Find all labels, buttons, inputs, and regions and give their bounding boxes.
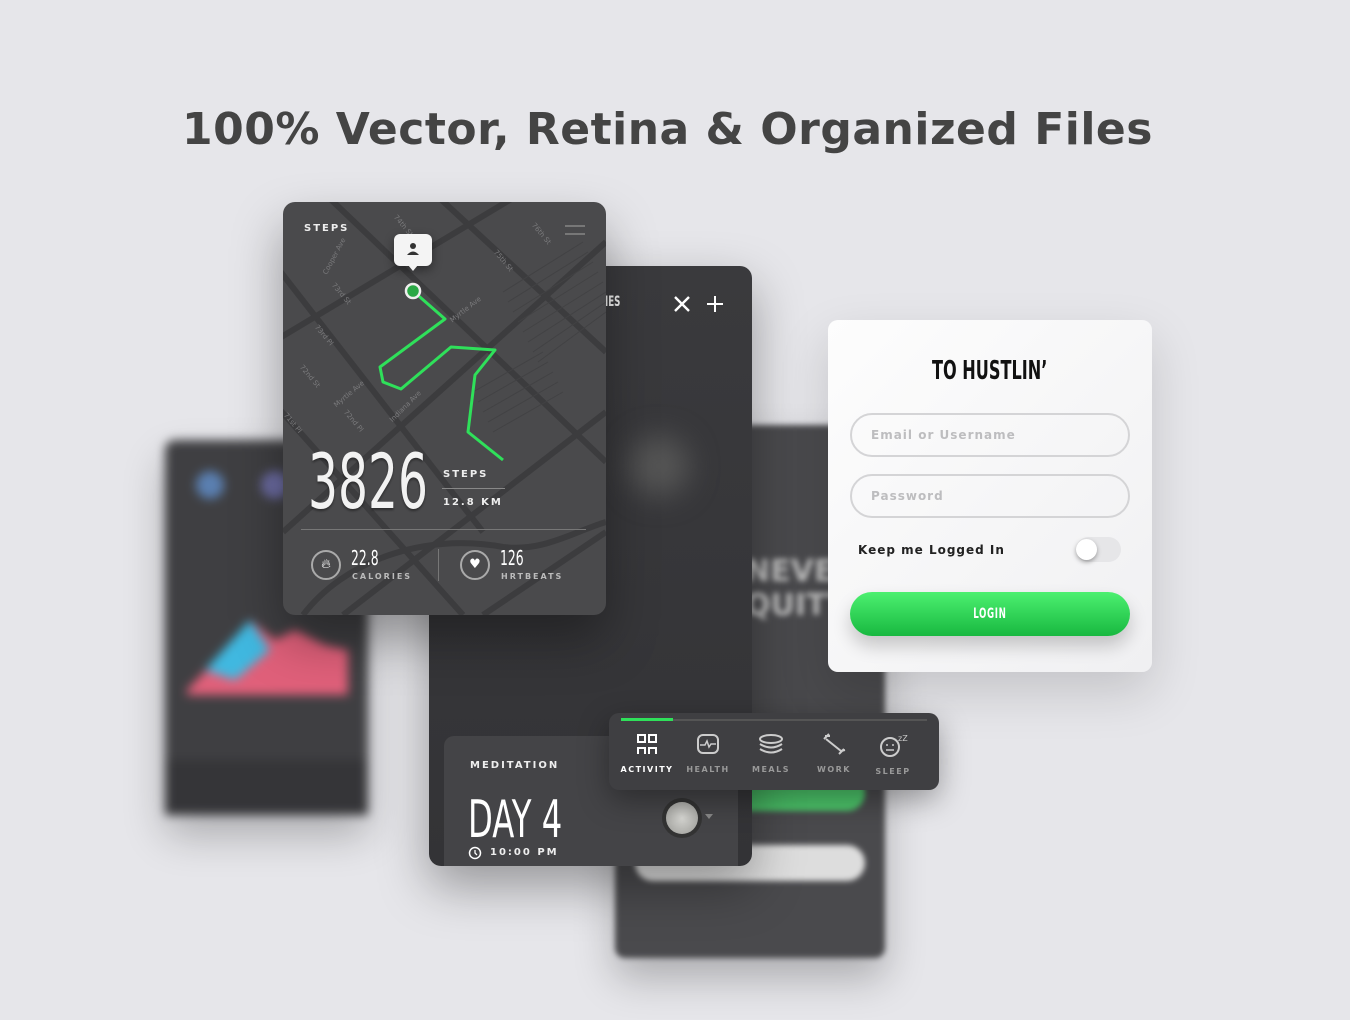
sleep-icon: zZ [880,734,908,757]
login-title: TO HUSTLIN’ [932,356,1048,386]
steps-card: 74th St 75th St 76th St Myrtle Ave Coope… [283,202,606,615]
nav-health[interactable]: HEALTH [678,733,738,774]
meditation-label: MEDITATION [470,760,560,771]
meals-icon [759,734,783,754]
nav-work[interactable]: WORK [804,733,864,774]
flame-icon: 🔥︎ [311,550,341,580]
steps-value: 3826 [308,437,428,526]
meditation-time: 10:00 PM [490,847,559,858]
heartbeats-value: 126 [500,546,524,570]
start-point [404,282,422,300]
meditation-day: DAY 4 [468,790,563,850]
calories-value: 22.8 [351,546,379,570]
route-line [378,289,504,462]
keep-logged-toggle[interactable] [1076,537,1121,562]
nav-meals[interactable]: MEALS [741,733,801,774]
middle-card-title: IES [605,294,621,310]
options-button[interactable] [666,802,698,834]
activity-icon [637,734,657,754]
headline: 100% Vector, Retina & Organized Files [182,104,1153,155]
email-field[interactable] [850,413,1130,457]
distance: 12.8 KM [443,497,503,508]
steps-unit: STEPS [443,469,489,480]
login-card: TO HUSTLIN’ Keep me Logged In LOGIN [828,320,1152,672]
divider [301,529,586,530]
wrench-cross-icon[interactable] [673,295,691,313]
dumbbell-icon [823,733,846,755]
nav-activity[interactable]: ACTIVITY [617,733,677,774]
password-field[interactable] [850,474,1130,518]
svg-text:zZ: zZ [898,734,908,743]
calories-label: CALORIES [352,572,413,581]
menu-icon[interactable] [565,224,585,236]
chevron-down-icon[interactable] [705,814,713,823]
bottom-nav: ACTIVITY HEALTH MEALS WORK zZ SLEEP [609,713,939,790]
nav-progress [621,718,674,721]
keep-logged-label: Keep me Logged In [858,543,1005,557]
nav-sleep[interactable]: zZ SLEEP [863,733,923,776]
login-button[interactable]: LOGIN [850,592,1130,636]
user-icon [407,243,419,255]
steps-title: STEPS [304,223,350,234]
plus-icon[interactable] [706,295,724,313]
user-location-pin[interactable] [394,234,432,271]
heartbeats-label: HRTBEATS [501,572,564,581]
heart-icon: ♥ [460,550,490,580]
clock-icon [468,846,482,860]
health-icon [697,734,719,754]
